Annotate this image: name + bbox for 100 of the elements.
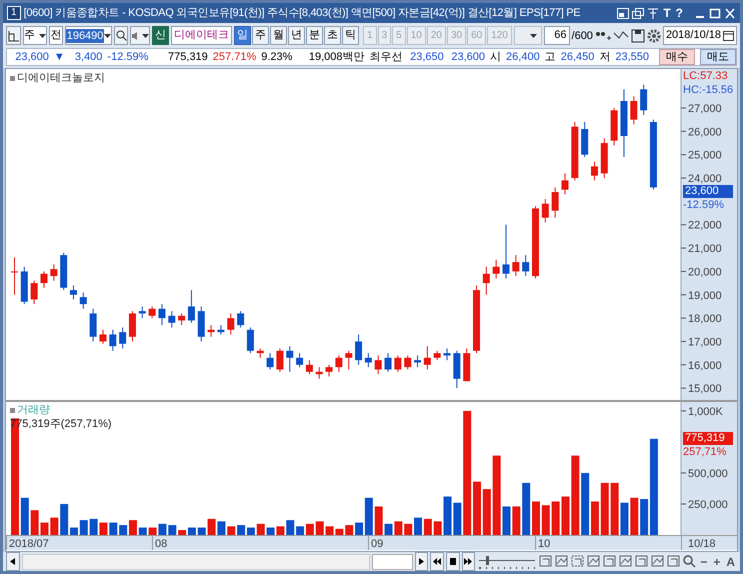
market-dropdown[interactable]: 주 <box>23 26 48 45</box>
chart-type-button[interactable] <box>6 26 22 45</box>
volume-bar <box>237 525 246 535</box>
candlestick <box>198 306 205 342</box>
zoom-in-button[interactable]: + <box>711 554 722 568</box>
volume-bar <box>532 502 540 535</box>
playback-button[interactable] <box>414 552 428 571</box>
candlestick <box>552 186 559 218</box>
axis-label: 16,000 <box>688 360 722 372</box>
candlestick <box>434 350 441 361</box>
trade-amount: 19,008백만 <box>308 50 365 64</box>
lc-value: LC:57.33 <box>683 69 729 83</box>
maximize-icon[interactable] <box>709 8 721 18</box>
period-tab[interactable]: 주 <box>252 26 270 45</box>
copy-window-icon[interactable] <box>632 8 644 18</box>
search-icon[interactable] <box>683 555 696 568</box>
volume-bar <box>473 482 481 535</box>
candlestick <box>119 326 126 349</box>
scroll-thumb[interactable] <box>372 554 413 570</box>
candlestick <box>138 306 146 319</box>
volume-change-rate: 257,71% <box>683 445 728 459</box>
volume-bar <box>345 525 354 535</box>
volume-bar <box>208 518 216 535</box>
volume-bar <box>316 521 324 535</box>
candlestick <box>90 308 97 342</box>
tool-button[interactable]: T <box>662 6 672 20</box>
code-field[interactable]: 196490 <box>64 26 112 45</box>
playback-button[interactable] <box>462 552 476 571</box>
search-icon <box>116 30 127 41</box>
volume-bar <box>502 506 510 535</box>
candlestick <box>522 254 530 277</box>
period-tab[interactable]: 년 <box>288 26 306 45</box>
volume-bar <box>30 510 39 535</box>
date-label: 09 <box>371 538 384 550</box>
interval-dropdown[interactable] <box>514 26 542 45</box>
period-tab[interactable]: 초 <box>324 26 342 45</box>
candlestick <box>512 254 520 277</box>
count-field[interactable]: 66 <box>544 26 570 45</box>
speed-slider[interactable] <box>477 554 538 568</box>
candlestick <box>650 119 657 190</box>
candlestick <box>640 84 648 116</box>
volume-bar <box>296 526 304 535</box>
axis-label: 250,000 <box>688 498 728 511</box>
period-tab[interactable]: 틱 <box>342 26 360 45</box>
chart-box-icon[interactable] <box>667 555 682 568</box>
candlestick <box>217 324 224 335</box>
low-label: 저 <box>599 50 610 64</box>
playback-button[interactable] <box>430 552 444 571</box>
scope-button[interactable]: 전 <box>49 26 63 45</box>
buy-button[interactable]: 매수 <box>659 49 696 65</box>
chart-legend: 디에이테크놀로지 <box>17 71 105 85</box>
settings-icon[interactable] <box>646 28 661 42</box>
candlestick <box>188 290 195 324</box>
tool-button[interactable]: ? <box>674 6 684 20</box>
period-tab[interactable]: 일 <box>234 26 252 45</box>
candlestick <box>266 352 274 370</box>
candlestick <box>109 329 116 352</box>
close-icon[interactable] <box>724 8 736 18</box>
sound-button[interactable] <box>130 26 150 45</box>
volume-bar <box>217 521 226 535</box>
best-quote-label: 최우선 <box>370 50 403 64</box>
save-icon[interactable] <box>630 28 645 42</box>
slider-thumb[interactable] <box>486 556 489 564</box>
axis-label: 19,000 <box>688 290 722 302</box>
left-arrow-icon <box>10 558 16 565</box>
volume-bar <box>404 524 412 535</box>
candlestick <box>306 360 313 375</box>
price-marker: 23,600 <box>683 185 733 198</box>
axis-label: 15,000 <box>688 383 722 396</box>
sell-button[interactable]: 매도 <box>700 49 736 65</box>
candlestick <box>424 346 431 370</box>
legend-marker-icon <box>10 76 15 80</box>
search-button[interactable] <box>114 26 128 45</box>
volume-bar <box>138 528 147 535</box>
window-title: [0600] 키움종합차트 - KOSDAQ 외국인보유[91(천)] 주식수[8,403(천)] 액면[500] 자본금[42(억)] 결산[12월] EPS[177] PE <box>24 6 580 20</box>
playback-button[interactable] <box>446 552 460 571</box>
candlestick <box>502 224 510 279</box>
down-arrow: ▼ <box>54 50 65 64</box>
zoom-out-button[interactable]: − <box>698 554 710 568</box>
volume-bar <box>80 520 88 535</box>
rewind-icon <box>433 558 442 565</box>
date-label: 10/18 <box>688 538 716 550</box>
candlestick <box>80 292 87 310</box>
candlestick <box>414 354 422 368</box>
candlestick <box>561 172 568 195</box>
legend-marker-icon <box>10 408 15 412</box>
candlestick <box>128 310 136 342</box>
layout-icon[interactable] <box>617 8 630 18</box>
volume-bar <box>453 502 462 535</box>
scroll-left-button[interactable] <box>6 552 20 571</box>
caret-icon <box>104 34 112 38</box>
bid-price: 23,600 <box>450 50 486 64</box>
font-button[interactable]: A <box>724 554 738 568</box>
volume-bar <box>227 526 236 535</box>
period-tab[interactable]: 분 <box>306 26 324 45</box>
date-field[interactable]: 2018/10/18 <box>662 26 737 45</box>
dashed-box-icon[interactable] <box>571 555 586 568</box>
candlestick <box>463 348 470 382</box>
period-tab[interactable]: 월 <box>270 26 288 45</box>
volume-bar <box>394 521 402 535</box>
